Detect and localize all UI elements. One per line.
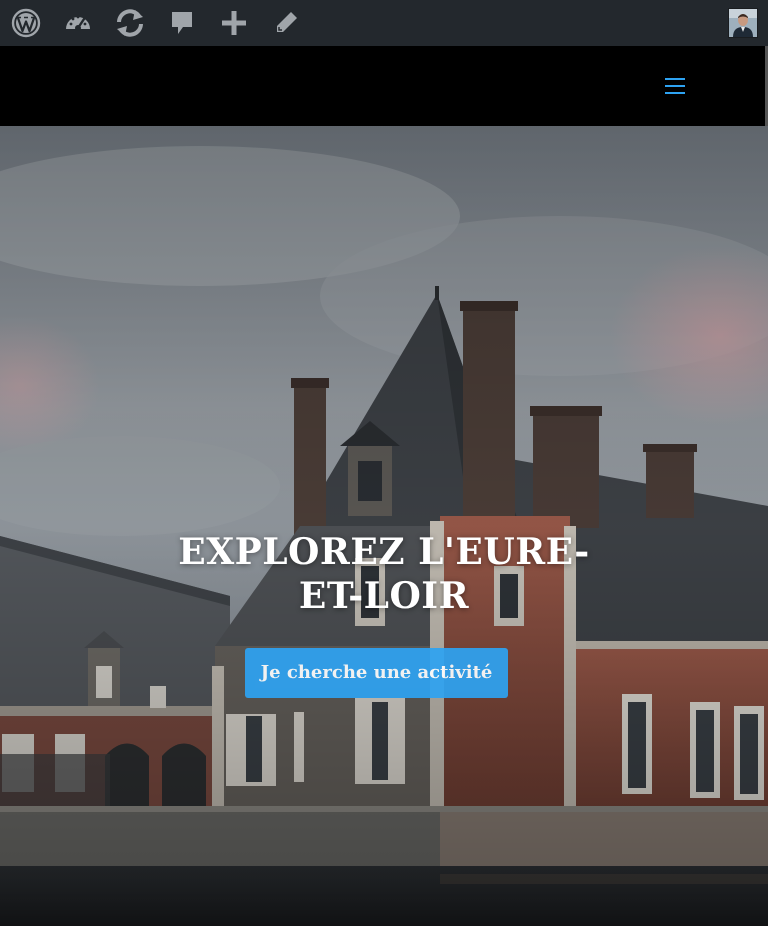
hero-background-image [0, 126, 768, 926]
hamburger-menu-icon[interactable] [662, 76, 688, 96]
hamburger-line [665, 92, 685, 94]
site-header [0, 46, 768, 166]
dashboard-button[interactable] [52, 0, 104, 46]
search-activity-button[interactable]: Je cherche une activité [245, 648, 508, 698]
new-content-button[interactable] [208, 0, 260, 46]
hero-title: EXPLOREZ L'EURE-ET-LOIR [178, 531, 590, 617]
updates-button[interactable] [104, 0, 156, 46]
wordpress-logo-button[interactable] [0, 0, 52, 46]
comments-button[interactable] [156, 0, 208, 46]
edit-page-button[interactable] [260, 0, 312, 46]
wordpress-logo-icon [11, 8, 41, 38]
dashboard-gauge-icon [66, 15, 90, 31]
user-avatar-icon [729, 9, 757, 37]
admin-bar [0, 0, 768, 46]
new-content-plus-icon [222, 11, 246, 35]
user-avatar[interactable] [728, 8, 758, 38]
updates-refresh-icon [117, 9, 143, 37]
comments-bubble-icon [172, 12, 192, 34]
hero-section: EXPLOREZ L'EURE-ET-LOIR Je cherche une a… [0, 126, 768, 926]
hamburger-line [665, 78, 685, 80]
hamburger-line [665, 85, 685, 87]
edit-pencil-icon [277, 12, 297, 32]
